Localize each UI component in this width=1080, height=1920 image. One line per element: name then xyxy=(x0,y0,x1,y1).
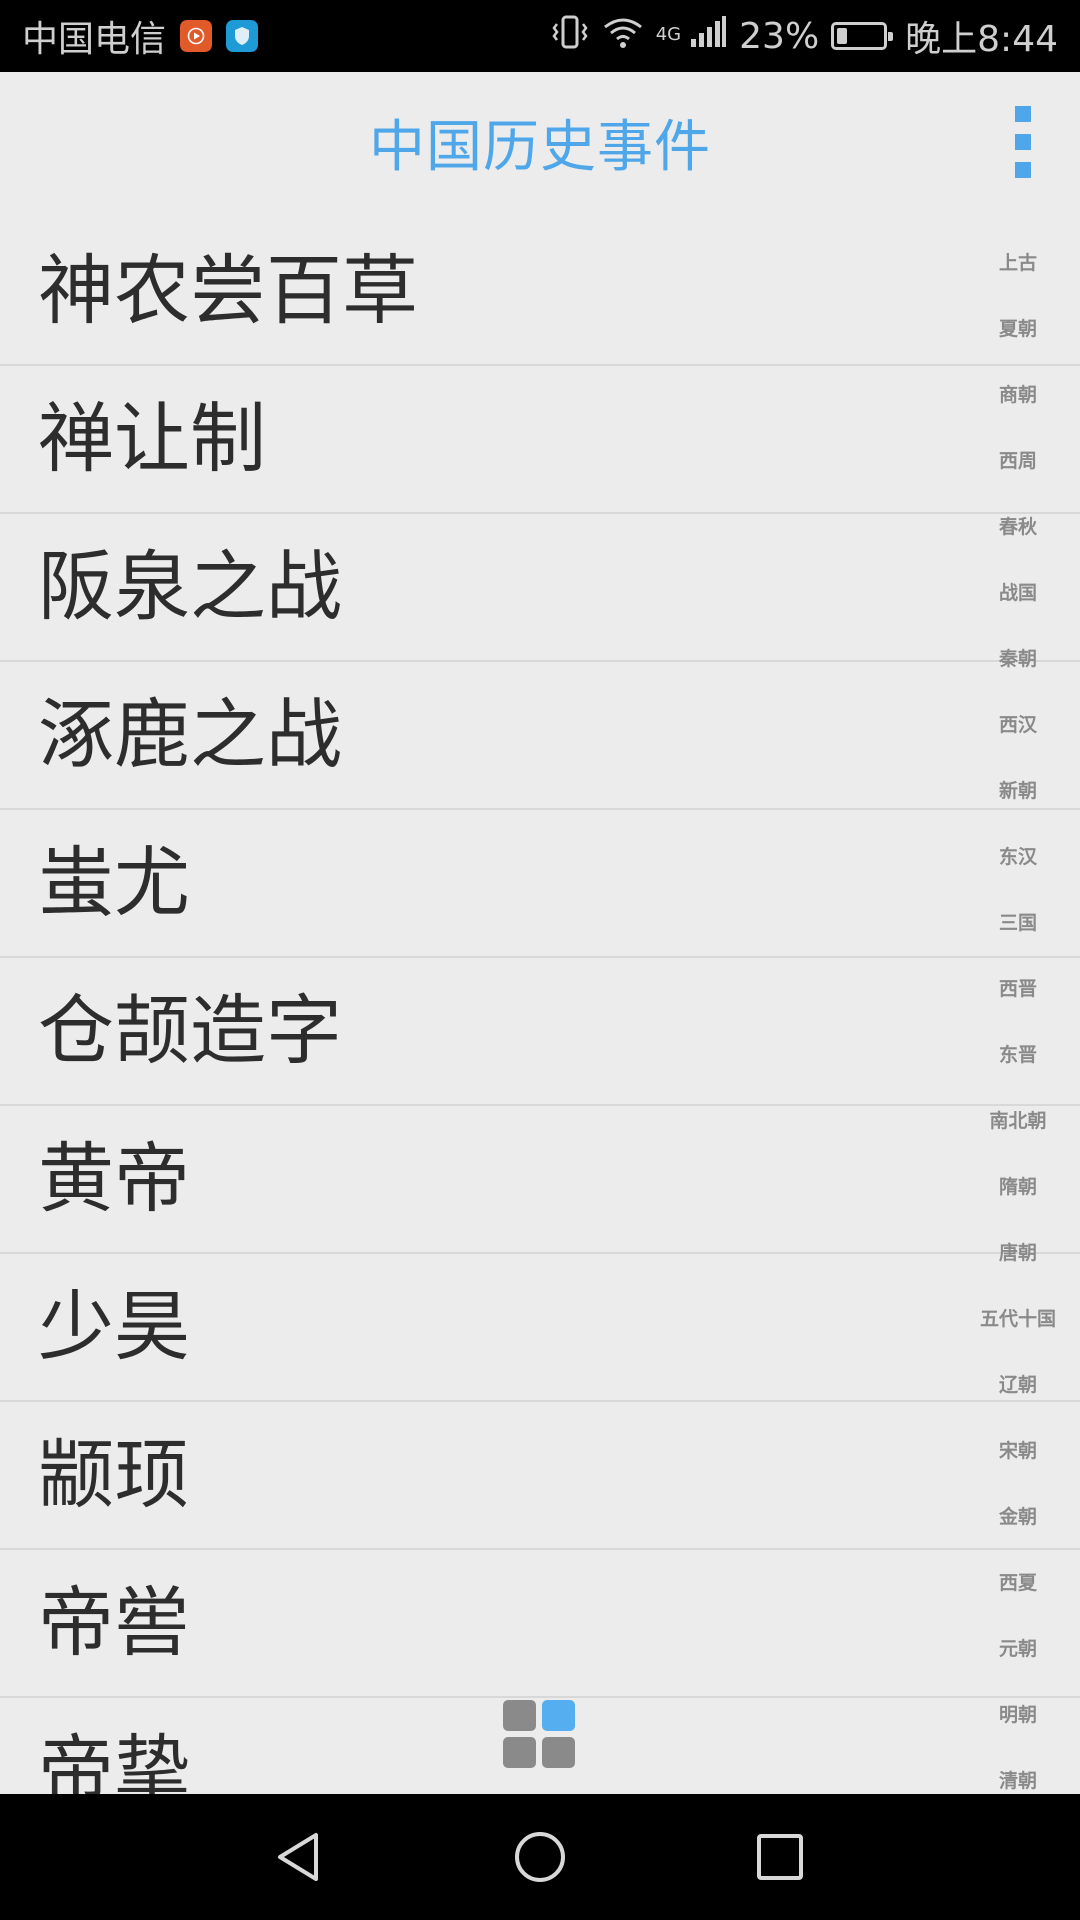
index-item[interactable]: 金朝 xyxy=(999,1490,1037,1556)
grid-icon-cell xyxy=(503,1700,536,1731)
index-item[interactable]: 商朝 xyxy=(999,368,1037,434)
event-label: 少昊 xyxy=(38,1282,190,1371)
app-bar: 中国历史事件 xyxy=(0,72,1080,212)
back-button[interactable] xyxy=(255,1812,345,1902)
list-item[interactable]: 少昊 xyxy=(0,1254,1080,1402)
index-item[interactable]: 新朝 xyxy=(999,764,1037,830)
list-item[interactable]: 涿鹿之战 xyxy=(0,662,1080,810)
grid-icon-cell xyxy=(503,1737,536,1768)
index-item[interactable]: 辽朝 xyxy=(999,1358,1037,1424)
index-item[interactable]: 夏朝 xyxy=(999,302,1037,368)
carrier-name: 中国电信 xyxy=(22,19,167,60)
recents-icon xyxy=(757,1834,803,1880)
index-item[interactable]: 隋朝 xyxy=(999,1160,1037,1226)
shield-notification-icon xyxy=(226,20,259,52)
list-item[interactable]: 禅让制 xyxy=(0,366,1080,514)
menu-dot xyxy=(1015,106,1031,122)
clock: 晚上8:44 xyxy=(905,19,1058,60)
index-item[interactable]: 西周 xyxy=(999,434,1037,500)
event-label: 仓颉造字 xyxy=(38,986,342,1075)
index-item[interactable]: 明朝 xyxy=(999,1688,1037,1754)
grid-icon-cell xyxy=(542,1737,575,1768)
recents-button[interactable] xyxy=(735,1812,825,1902)
screen: 中国电信 4G 23% 晚上8:44 中国历史事件 神农尝百草 禅让制 阪泉之战… xyxy=(0,0,1080,1920)
list-item[interactable]: 阪泉之战 xyxy=(0,514,1080,662)
event-label: 神农尝百草 xyxy=(38,246,418,335)
back-icon xyxy=(278,1833,318,1881)
grid-menu-button[interactable] xyxy=(503,1700,577,1770)
event-label: 帝喾 xyxy=(38,1578,190,1667)
vibrate-icon xyxy=(550,15,590,58)
event-label: 阪泉之战 xyxy=(38,542,342,631)
index-item[interactable]: 五代十国 xyxy=(980,1292,1056,1358)
index-item[interactable]: 元朝 xyxy=(999,1622,1037,1688)
index-item[interactable]: 西晋 xyxy=(999,962,1037,1028)
menu-dot xyxy=(1015,162,1031,178)
index-item[interactable]: 三国 xyxy=(999,896,1037,962)
navigation-bar xyxy=(0,1794,1080,1920)
event-label: 涿鹿之战 xyxy=(38,690,342,779)
event-label: 黄帝 xyxy=(38,1134,190,1223)
grid-icon-cell xyxy=(542,1700,575,1731)
status-bar-left: 中国电信 xyxy=(22,10,259,62)
index-item[interactable]: 春秋 xyxy=(999,500,1037,566)
index-item[interactable]: 东晋 xyxy=(999,1028,1037,1094)
event-label: 禅让制 xyxy=(38,394,266,483)
list-item[interactable]: 黄帝 xyxy=(0,1106,1080,1254)
battery-level xyxy=(837,28,848,44)
status-bar: 中国电信 4G 23% 晚上8:44 xyxy=(0,0,1080,72)
menu-dot xyxy=(1015,134,1031,150)
index-item[interactable]: 唐朝 xyxy=(999,1226,1037,1292)
overflow-menu-icon[interactable] xyxy=(1008,106,1038,178)
dynasty-index-sidebar[interactable]: 上古 夏朝 商朝 西周 春秋 战国 秦朝 西汉 新朝 东汉 三国 西晋 东晋 南北朝 隋朝 唐朝 五代十国 辽朝宋… xyxy=(968,236,1068,1820)
list-item[interactable]: 帝喾 xyxy=(0,1550,1080,1698)
index-item[interactable]: 上古 xyxy=(999,236,1037,302)
index-item[interactable]: 秦朝 xyxy=(999,632,1037,698)
event-list[interactable]: 神农尝百草禅让制阪泉之战涿鹿之战蚩尤仓颉造字黄帝少昊颛顼帝喾帝挚 xyxy=(0,218,1080,1794)
event-label: 蚩尤 xyxy=(38,838,190,927)
home-icon xyxy=(515,1832,565,1882)
event-label: 帝挚 xyxy=(38,1726,190,1795)
index-item[interactable]: 战国 xyxy=(999,566,1037,632)
wifi-icon xyxy=(602,15,644,58)
index-item[interactable]: 西汉 xyxy=(999,698,1037,764)
battery-percent: 23% xyxy=(739,15,820,57)
list-item[interactable]: 蚩尤 xyxy=(0,810,1080,958)
event-label: 颛顼 xyxy=(38,1430,190,1519)
index-item[interactable]: 东汉 xyxy=(999,830,1037,896)
video-notification-icon xyxy=(180,20,213,52)
list-item[interactable]: 神农尝百草 xyxy=(0,218,1080,366)
signal-icon xyxy=(689,15,727,58)
network-type: 4G xyxy=(655,24,682,45)
list-item[interactable]: 颛顼 xyxy=(0,1402,1080,1550)
home-button[interactable] xyxy=(495,1812,585,1902)
status-bar-right: 4G 23% 晚上8:44 xyxy=(550,10,1058,62)
page-title: 中国历史事件 xyxy=(369,114,711,180)
battery-icon xyxy=(831,22,894,50)
index-item[interactable]: 南北朝 xyxy=(989,1094,1046,1160)
index-item[interactable]: 宋朝 xyxy=(999,1424,1037,1490)
list-item[interactable]: 仓颉造字 xyxy=(0,958,1080,1106)
index-item[interactable]: 西夏 xyxy=(999,1556,1037,1622)
